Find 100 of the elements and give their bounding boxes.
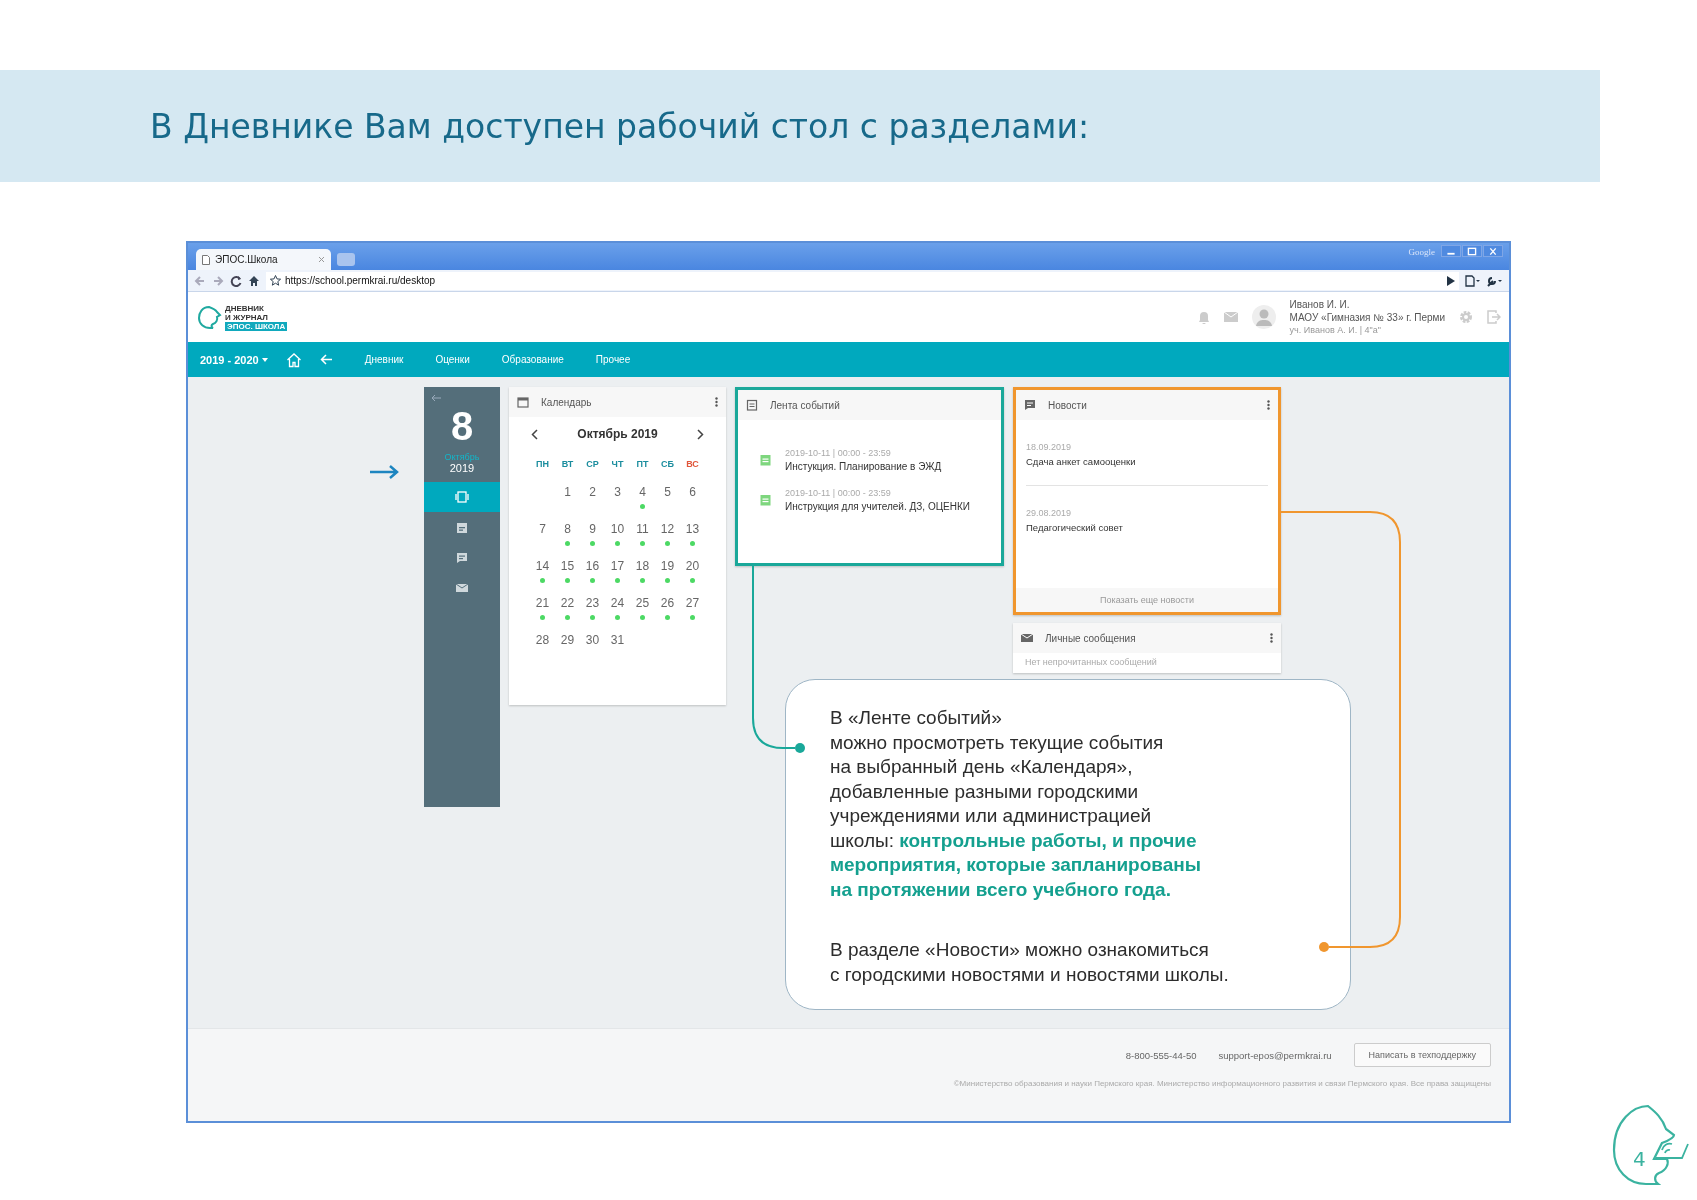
card-title: Лента событий: [770, 399, 840, 411]
tab-title: ЭПОС.Школа: [215, 254, 278, 265]
calendar-day[interactable]: 23: [585, 596, 600, 610]
support-email[interactable]: support-epos@permkrai.ru: [1218, 1049, 1332, 1061]
weekday-label: ПН: [535, 459, 550, 471]
calendar-day[interactable]: 21: [535, 596, 550, 610]
event-time: 2019-10-11 | 00:00 - 23:59: [785, 448, 892, 458]
calendar-day[interactable]: 17: [610, 559, 625, 573]
reload-icon[interactable]: [230, 274, 242, 287]
play-icon[interactable]: [1447, 275, 1455, 286]
news-icon: [455, 550, 469, 564]
calendar-day[interactable]: 29: [560, 633, 575, 647]
calendar-day[interactable]: 5: [664, 485, 671, 499]
calendar-day[interactable]: 25: [635, 596, 650, 610]
feed-icon: [746, 399, 758, 411]
calendar-day[interactable]: 19: [660, 559, 675, 573]
calendar-day[interactable]: 22: [560, 596, 575, 610]
back-arrow-icon[interactable]: [431, 394, 441, 402]
page-icon: [202, 254, 210, 265]
news-icon: [1024, 399, 1036, 411]
calendar-day[interactable]: 24: [610, 596, 625, 610]
weekday-label: ЧТ: [610, 459, 625, 471]
calendar-day[interactable]: 4: [639, 485, 646, 499]
calendar-day[interactable]: 18: [635, 559, 650, 573]
calendar-icon: [517, 396, 529, 408]
calendar-day[interactable]: 28: [535, 633, 550, 647]
calendar-day[interactable]: 20: [685, 559, 700, 573]
calendar-day[interactable]: 15: [560, 559, 575, 573]
browser-brand: Google: [1408, 247, 1435, 257]
event-title[interactable]: Инстукция. Планирование в ЭЖД: [785, 461, 942, 472]
calendar-day[interactable]: 3: [614, 485, 621, 499]
weekday-label: СР: [585, 459, 600, 471]
news-date: 29.08.2019: [1026, 508, 1073, 518]
phone-number: 8-800-555-44-50: [1125, 1049, 1197, 1061]
card-title: Календарь: [541, 396, 592, 408]
calendar-day[interactable]: 10: [610, 522, 625, 536]
logo-text: ДНЕВНИК: [225, 303, 265, 313]
more-icon[interactable]: [715, 397, 718, 407]
chevron-right-icon[interactable]: [697, 428, 704, 440]
empty-message: Нет непрочитанных сообщений: [1024, 656, 1158, 669]
month-title: Октябрь 2019: [577, 427, 658, 441]
weekday-label: ВТ: [560, 459, 575, 471]
pointer-arrow-icon: [369, 465, 399, 479]
calendar-day[interactable]: 30: [585, 633, 600, 647]
address-bar[interactable]: https://school.permkrai.ru/desktop: [266, 271, 1459, 290]
mail-icon: [1021, 632, 1033, 644]
weekday-label: СБ: [660, 459, 675, 471]
logo-text: И ЖУРНАЛ: [225, 312, 269, 322]
chevron-left-icon[interactable]: [531, 428, 538, 440]
more-icon[interactable]: [1270, 633, 1273, 643]
card-title: Новости: [1048, 399, 1087, 411]
page-number: 4: [1633, 1147, 1646, 1171]
sidebar-item[interactable]: [424, 482, 500, 512]
url-text: https://school.permkrai.ru/desktop: [285, 275, 436, 286]
school-name: МАОУ «Гимназия № 33» г. Перми: [1289, 310, 1445, 324]
callout-text: В разделе «Новости» можно ознакомиться с городскими новостями и новостями школы.: [830, 938, 1230, 987]
calendar-icon: [455, 520, 469, 534]
support-button[interactable]: Написать в техподдержку: [1353, 1043, 1491, 1067]
callout-text: В «Ленте событий» можно просмотреть текущие события на выбранный день «Календаря», добавленные разными городскими учреждениями или администрацией школы: контрольные работы, и прочие мероприятия, которые запланированы на протяжении всего учебного года.: [830, 706, 1202, 902]
weekday-label: ПТ: [635, 459, 650, 471]
calendar-day[interactable]: 7: [539, 522, 546, 536]
date-year: 2019: [449, 462, 475, 474]
event-icon: [760, 494, 771, 506]
copyright-text: ©Министерство образования и науки Пермского края. Министерство информационного развития и связи Пермского края. Все права защищены: [953, 1079, 1491, 1088]
page-menu-icon[interactable]: [1465, 274, 1481, 287]
calendar-day[interactable]: 1: [564, 485, 571, 499]
browser-tab[interactable]: ЭПОС.Школа: [196, 249, 331, 270]
calendar-day[interactable]: 31: [610, 633, 625, 647]
weekday-label: ВС: [685, 459, 700, 471]
news-title[interactable]: Педагогический совет: [1026, 522, 1268, 533]
event-icon: [760, 454, 771, 466]
card-title: Личные сообщения: [1045, 632, 1136, 644]
news-title[interactable]: Сдача анкет самооценки: [1026, 456, 1268, 467]
caret-icon: [261, 357, 268, 362]
forward-icon[interactable]: [212, 274, 224, 287]
close-icon[interactable]: [318, 256, 325, 263]
home-icon[interactable]: [248, 274, 260, 287]
user-role: уч. Иванов А. И. | 4"а": [1289, 323, 1382, 337]
star-icon: [270, 275, 281, 286]
calendar-day[interactable]: 2: [589, 485, 596, 499]
event-time: 2019-10-11 | 00:00 - 23:59: [785, 488, 892, 498]
calendar-day[interactable]: 14: [535, 559, 550, 573]
calendar-day[interactable]: 26: [660, 596, 675, 610]
back-icon[interactable]: [194, 274, 206, 287]
calendar-day[interactable]: 9: [589, 522, 596, 536]
avatar-icon: [1251, 305, 1276, 329]
calendar-day[interactable]: 27: [685, 596, 700, 610]
calendar-day[interactable]: 16: [585, 559, 600, 573]
date-month: Октябрь: [444, 452, 480, 462]
more-icon[interactable]: [1267, 400, 1270, 410]
calendar-day[interactable]: 6: [689, 485, 696, 499]
calendar-day[interactable]: 13: [685, 522, 700, 536]
calendar-day[interactable]: 8: [564, 522, 571, 536]
calendar-day[interactable]: 11: [636, 522, 649, 536]
event-title[interactable]: Инструкция для учителей. ДЗ, ОЦЕНКИ: [785, 501, 970, 512]
user-name: Иванов И. И.: [1289, 297, 1351, 311]
logo-tag: ЭПОС. ШКОЛА: [225, 321, 288, 331]
date-day: 8: [450, 404, 474, 448]
calendar-day[interactable]: 12: [660, 522, 675, 536]
desktop-icon: [455, 490, 469, 504]
